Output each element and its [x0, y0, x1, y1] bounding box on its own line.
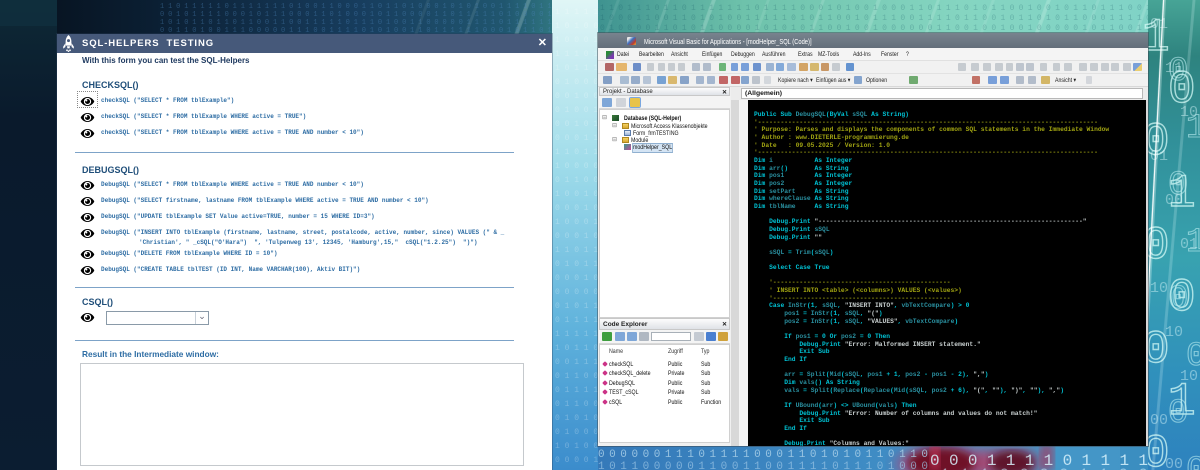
- svg-text:0: 0: [1168, 395, 1188, 433]
- svg-text:1 0 1 1 1: 1 0 1 1 1: [555, 64, 598, 73]
- svg-text:0 1 1 1 1: 0 1 1 1 1: [555, 386, 598, 395]
- svg-text:1 1 0 1 1: 1 1 0 1 1: [555, 246, 598, 255]
- svg-text:01: 01: [1180, 236, 1198, 253]
- svg-text:1 0 0 0 1: 1 0 0 0 1: [555, 36, 598, 45]
- svg-text:0 1 1 0 0: 0 1 1 0 0: [555, 176, 598, 185]
- svg-text:10: 10: [1180, 368, 1198, 385]
- svg-text:1 1 1 0 1: 1 1 1 0 1: [555, 50, 598, 59]
- svg-text:01: 01: [1150, 148, 1168, 165]
- svg-text:1 0 0 1 0: 1 0 0 1 0: [555, 190, 598, 199]
- svg-text:1 1 0 1 1 1 1 1 0 1 1 1 1 1 1: 1 1 0 1 1 1 1 1 0 1 1 1 1 1 1 1 0 1 0 0 …: [160, 3, 600, 11]
- svg-text:1 0 0 0 1 1 0 0 1 1 0 1 0 1 0: 1 0 0 0 1 1 0 0 1 1 0 1 0 1 0 0 1 1 1 1 …: [600, 14, 1160, 23]
- svg-text:0 0 0 1 1: 0 0 0 1 1: [555, 134, 598, 143]
- svg-text:0 1 0 0 0 0 1 1 0 1 0 1 1 0 0: 0 1 0 0 0 0 1 1 0 1 0 1 1 0 0 0 0 1 0 1 …: [600, 24, 1160, 33]
- svg-text:1 0 1 0 1 1 0 1 1 0 1 1 0 0 1: 1 0 1 0 1 1 0 1 1 0 1 1 0 0 1 1 0 0 1 1 …: [160, 19, 600, 27]
- svg-text:1 0 0 0 0: 1 0 0 0 0: [555, 162, 598, 171]
- svg-text:1 1 1 1 1: 1 1 1 1 1: [555, 330, 598, 339]
- svg-text:0 0 1 0 1: 0 0 1 0 1: [555, 120, 598, 129]
- svg-text:1 1 1 1 1: 1 1 1 1 1: [555, 8, 598, 17]
- svg-text:0 1 0 0 0: 0 1 0 0 0: [555, 428, 598, 437]
- svg-text:0 0 0 1 0: 0 0 0 1 0: [555, 204, 598, 213]
- svg-text:0 0 1 0 0: 0 0 1 0 0: [555, 92, 598, 101]
- svg-text:0 1 0 1 1: 0 1 0 1 1: [555, 260, 598, 269]
- svg-text:0 0 1 0 1 1 1 1 0 0 0 1 0 1 1: 0 0 1 0 1 1 1 1 0 0 0 1 0 1 1 1 0 0 0 1 …: [160, 11, 600, 19]
- svg-text:10: 10: [1150, 280, 1168, 297]
- svg-text:1 1 1 0 0 0 0 1 1 0 0: 1 1 1 0 0 0 0 1 1 0 0: [940, 466, 1148, 470]
- svg-text:11: 11: [1165, 60, 1183, 77]
- svg-text:1 0 1 0 0: 1 0 1 0 0: [555, 442, 598, 451]
- svg-text:00: 00: [1165, 192, 1183, 209]
- svg-text:00: 00: [1150, 412, 1168, 429]
- svg-text:1 0 1 1 0 0 0 0 0 1 1 0 0 1 1: 1 0 1 1 0 0 0 0 0 1 1 0 0 1 1 0 0 1 1 1 …: [598, 461, 928, 470]
- svg-text:0 1 1 0 0: 0 1 1 0 0: [555, 372, 598, 381]
- svg-text:0 1 0 1 0: 0 1 0 1 0: [555, 414, 598, 423]
- svg-text:0 0 0 0 0: 0 0 0 0 0: [555, 288, 598, 297]
- svg-text:0: 0: [1186, 452, 1200, 470]
- svg-text:1 0 0 0 1: 1 0 0 0 1: [555, 218, 598, 227]
- svg-text:0 1 0 0 0: 0 1 0 0 0: [555, 78, 598, 87]
- svg-text:0 0 0 0 1: 0 0 0 0 1: [555, 456, 598, 465]
- svg-text:0 0 0 0 0 0 1 1 1 0 1 1 1 1 0: 0 0 0 0 0 0 1 1 1 0 1 1 1 1 0 0 0 1 1 0 …: [598, 449, 928, 461]
- svg-text:10: 10: [1165, 324, 1183, 341]
- svg-text:1 0 1 1 0: 1 0 1 1 0: [555, 344, 598, 353]
- svg-text:1 1 0 1 1 1 0 1 1 0 1 1 1 1 1: 1 1 0 1 1 1 0 1 1 0 1 1 1 1 1 1 1 0 1 1 …: [600, 4, 1160, 13]
- svg-text:1 1 0 1 1: 1 1 0 1 1: [555, 148, 598, 157]
- svg-text:1 0 1 0 0: 1 0 1 0 0: [555, 22, 598, 31]
- svg-text:0 1 0 0 1: 0 1 0 0 1: [555, 106, 598, 115]
- svg-text:0: 0: [1168, 281, 1188, 319]
- svg-text:0 0 1 1 1: 0 0 1 1 1: [555, 358, 598, 367]
- svg-text:0 0 0 1 0: 0 0 0 1 0: [555, 232, 598, 241]
- svg-text:0 1 0 1 1: 0 1 0 1 1: [555, 302, 598, 311]
- svg-text:01: 01: [1150, 16, 1168, 33]
- svg-text:0 1 1 1 1: 0 1 1 1 1: [555, 316, 598, 325]
- svg-text:0 0 0 1 0: 0 0 0 1 0: [555, 274, 598, 283]
- svg-text:00: 00: [1165, 456, 1183, 470]
- svg-text:0 1 1 0 0: 0 1 1 0 0: [555, 400, 598, 409]
